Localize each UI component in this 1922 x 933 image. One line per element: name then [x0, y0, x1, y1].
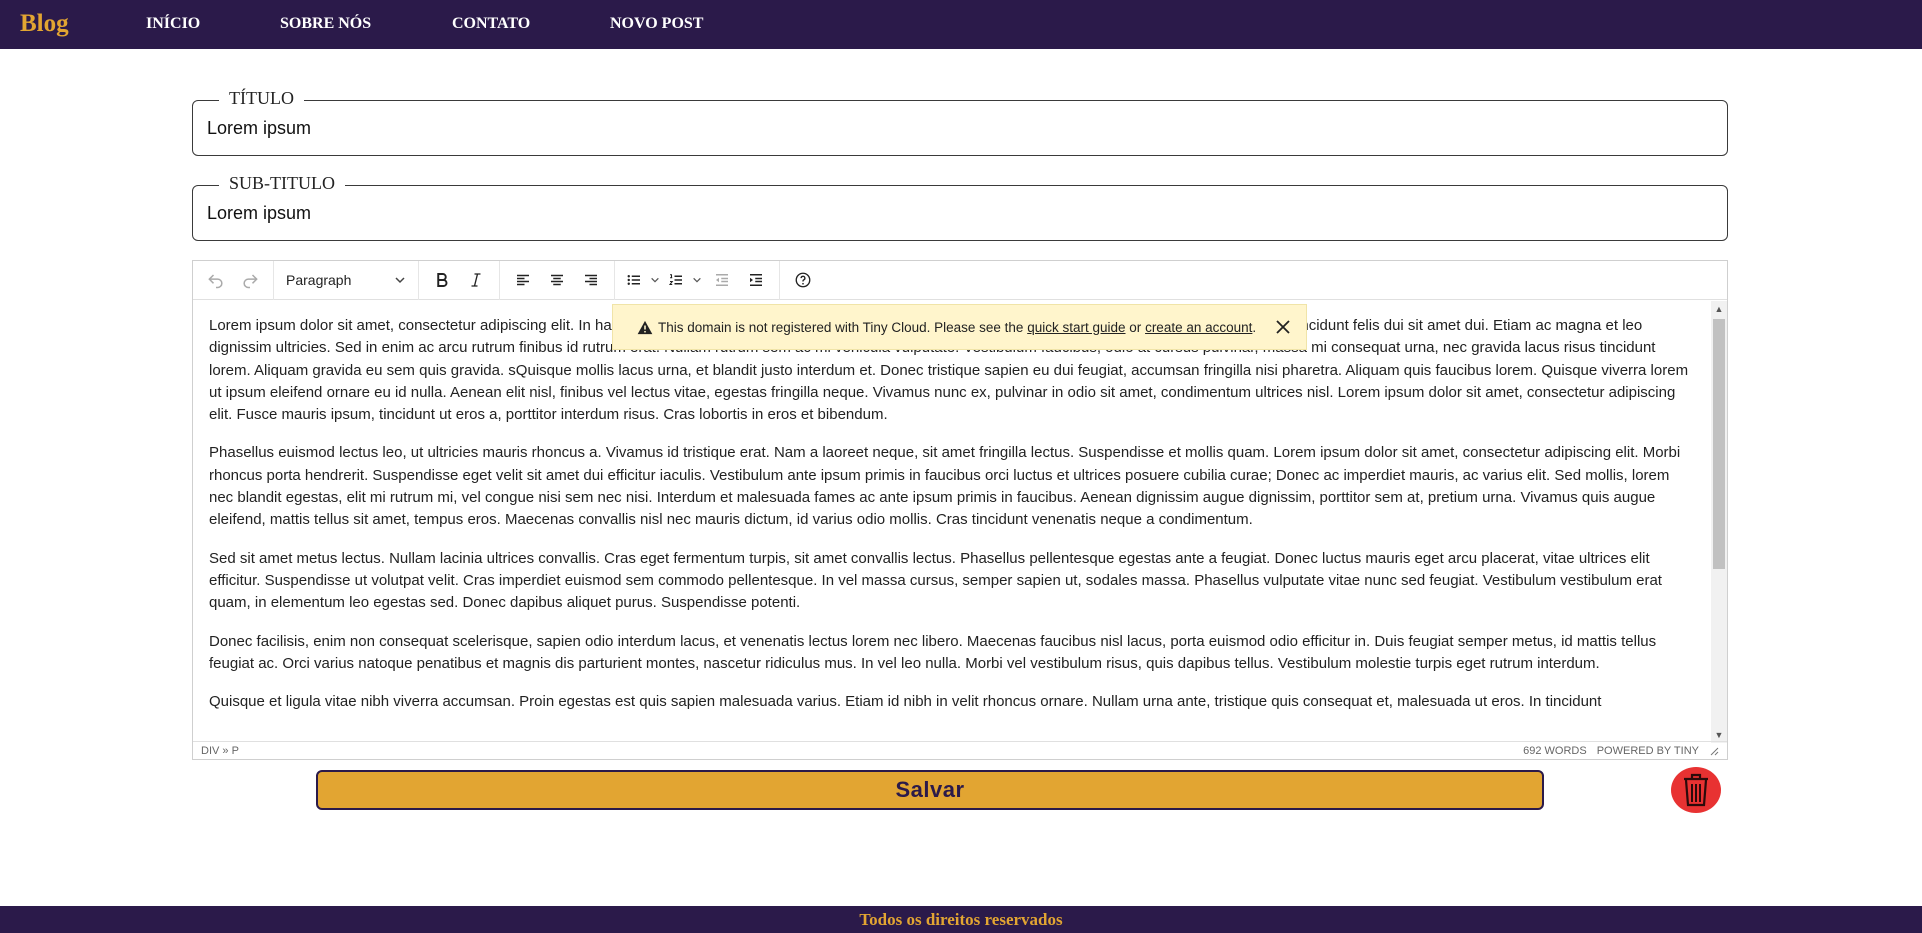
blocks-group: Paragraph	[274, 260, 419, 300]
numbered-list-dropdown[interactable]	[689, 275, 705, 285]
undo-icon	[208, 274, 223, 289]
delete-button[interactable]	[1671, 767, 1721, 813]
footer: Todos os direitos reservados	[0, 906, 1922, 933]
create-account-link[interactable]: create an account	[1145, 320, 1252, 335]
notice-text-end: .	[1252, 319, 1257, 335]
bold-icon	[437, 273, 448, 287]
align-right-icon	[585, 274, 597, 286]
outdent-icon	[716, 274, 728, 286]
nav-link-inicio[interactable]: INÍCIO	[146, 15, 200, 33]
numbered-list-button[interactable]	[663, 265, 689, 295]
brand-logo[interactable]: Blog	[20, 10, 69, 38]
format-group	[419, 260, 500, 300]
indent-icon	[750, 274, 762, 286]
bullet-list-button[interactable]	[621, 265, 647, 295]
title-fieldset: TÍTULO	[192, 88, 1728, 156]
help-button[interactable]	[786, 265, 820, 295]
align-right-button[interactable]	[574, 265, 608, 295]
scroll-thumb[interactable]	[1713, 319, 1725, 569]
title-label: TÍTULO	[219, 88, 304, 109]
editor-statusbar: DIV » P 692 WORDS POWERED BY TINY	[193, 741, 1727, 759]
bullet-list-icon	[627, 275, 640, 285]
notice-text-middle: or	[1129, 319, 1142, 335]
chevron-down-icon	[693, 277, 701, 283]
paragraph: Quisque et ligula vitae nibh viverra acc…	[209, 693, 1602, 711]
align-group	[500, 260, 615, 300]
close-icon	[1276, 320, 1290, 334]
subtitle-fieldset: SUB-TITULO	[192, 173, 1728, 241]
scroll-up-arrow[interactable]: ▲	[1711, 301, 1727, 317]
paragraph: Phasellus euismod lectus leo, ut ultrici…	[209, 444, 1681, 529]
outdent-button[interactable]	[705, 265, 739, 295]
subtitle-label: SUB-TITULO	[219, 173, 345, 194]
element-path[interactable]: DIV » P	[201, 745, 239, 757]
editor-toolbar: Paragraph	[193, 260, 1727, 300]
italic-button[interactable]	[459, 265, 493, 295]
redo-icon	[243, 274, 258, 289]
list-group	[615, 260, 780, 300]
editor-content[interactable]: Lorem ipsum dolor sit amet, consectetur …	[193, 301, 1711, 743]
tiny-cloud-notice: This domain is not registered with Tiny …	[612, 304, 1307, 350]
italic-icon	[471, 273, 481, 287]
align-center-icon	[551, 274, 563, 286]
statusbar-right: 692 WORDS POWERED BY TINY	[1523, 745, 1719, 757]
paragraph: Donec facilisis, enim non consequat scel…	[209, 632, 1657, 672]
save-button[interactable]: Salvar	[316, 770, 1544, 810]
help-group	[780, 261, 826, 300]
navbar: Blog INÍCIO SOBRE NÓS CONTATO NOVO POST	[0, 0, 1922, 49]
undo-button[interactable]	[199, 265, 233, 295]
help-icon	[795, 272, 811, 288]
editor-scrollbar[interactable]: ▲ ▼	[1711, 301, 1727, 743]
resize-handle-icon[interactable]	[1709, 746, 1719, 756]
numbered-list-icon	[668, 274, 682, 286]
block-format-value: Paragraph	[286, 272, 352, 288]
chevron-down-icon	[395, 277, 405, 284]
trash-icon	[1684, 773, 1708, 807]
indent-button[interactable]	[739, 265, 773, 295]
bold-button[interactable]	[425, 265, 459, 295]
footer-text: Todos os direitos reservados	[859, 909, 1063, 929]
align-center-button[interactable]	[540, 265, 574, 295]
align-left-button[interactable]	[506, 265, 540, 295]
block-format-select[interactable]: Paragraph	[280, 265, 412, 295]
powered-by-link[interactable]: POWERED BY TINY	[1597, 745, 1699, 757]
word-count[interactable]: 692 WORDS	[1523, 745, 1587, 757]
warning-icon	[637, 320, 653, 335]
nav-link-sobre-nos[interactable]: SOBRE NÓS	[280, 15, 371, 33]
nav-link-novo-post[interactable]: NOVO POST	[610, 15, 703, 33]
subtitle-input[interactable]	[207, 200, 1707, 226]
close-notice-button[interactable]	[1272, 316, 1294, 338]
chevron-down-icon	[651, 277, 659, 283]
title-input[interactable]	[207, 115, 1707, 141]
quick-start-guide-link[interactable]: quick start guide	[1027, 320, 1125, 335]
redo-button[interactable]	[233, 265, 267, 295]
notice-text: This domain is not registered with Tiny …	[658, 319, 1024, 335]
paragraph: Sed sit amet metus lectus. Nullam lacini…	[209, 549, 1662, 612]
history-group	[193, 260, 274, 300]
align-left-icon	[517, 274, 529, 286]
nav-link-contato[interactable]: CONTATO	[452, 15, 530, 33]
bullet-list-dropdown[interactable]	[647, 275, 663, 285]
